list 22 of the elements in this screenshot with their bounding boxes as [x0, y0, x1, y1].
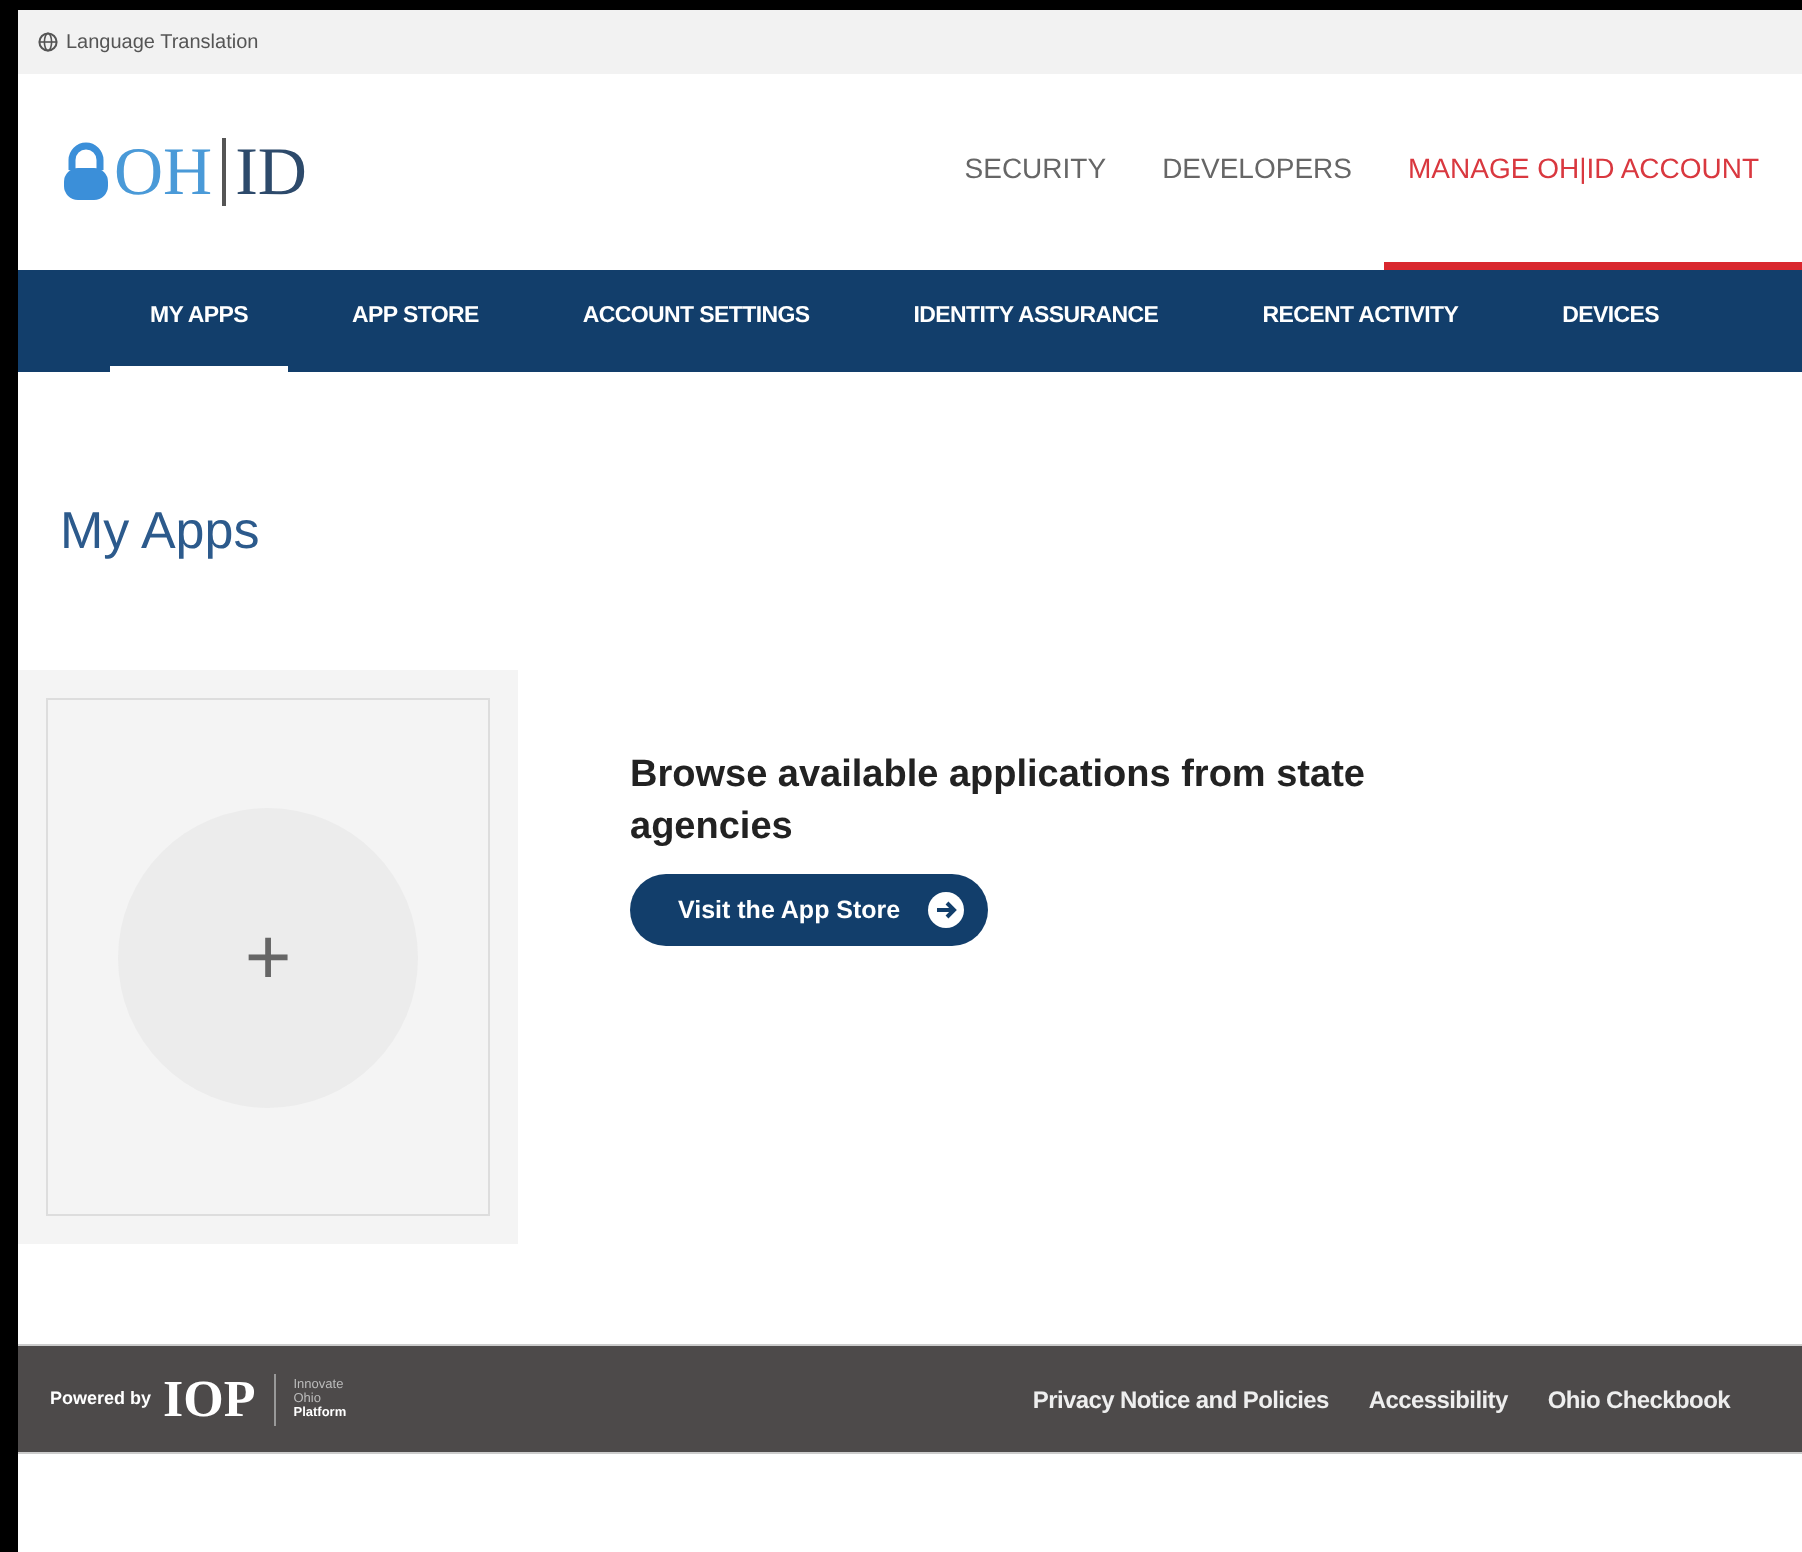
nav-tab[interactable]: APP STORE	[312, 270, 519, 372]
nav-tab[interactable]: RECENT ACTIVITY	[1222, 270, 1499, 372]
ohid-logo[interactable]: OH ID	[18, 74, 307, 270]
footer-link[interactable]: Ohio Checkbook	[1547, 1381, 1730, 1417]
top-nav-link[interactable]: DEVELOPERS	[1138, 74, 1376, 270]
top-nav-link[interactable]: SECURITY	[940, 74, 1131, 270]
powered-by-text: Powered by	[50, 1385, 152, 1412]
page-title: My Apps	[58, 498, 262, 564]
footer-link[interactable]: Privacy Notice and Policies	[1032, 1381, 1329, 1417]
language-translation-link[interactable]: Language Translation	[66, 27, 259, 57]
padlock-icon	[62, 142, 110, 202]
footer-link[interactable]: Accessibility	[1368, 1381, 1508, 1417]
iop-logo[interactable]: IOP	[163, 1373, 256, 1425]
arrow-circle-icon	[928, 892, 965, 928]
globe-icon	[38, 32, 58, 52]
nav-tab[interactable]: ACCOUNT SETTINGS	[542, 270, 850, 372]
nav-tab[interactable]: MY APPS	[110, 270, 289, 372]
promo-heading: Browse available applications from state agencies	[630, 752, 1367, 852]
nav-tab[interactable]: IDENTITY ASSURANCE	[873, 270, 1199, 372]
visit-app-store-button[interactable]: Visit the App Store	[630, 874, 989, 946]
nav-tab[interactable]: DEVICES	[1522, 270, 1700, 372]
add-app-tile[interactable]: +	[46, 698, 490, 1216]
